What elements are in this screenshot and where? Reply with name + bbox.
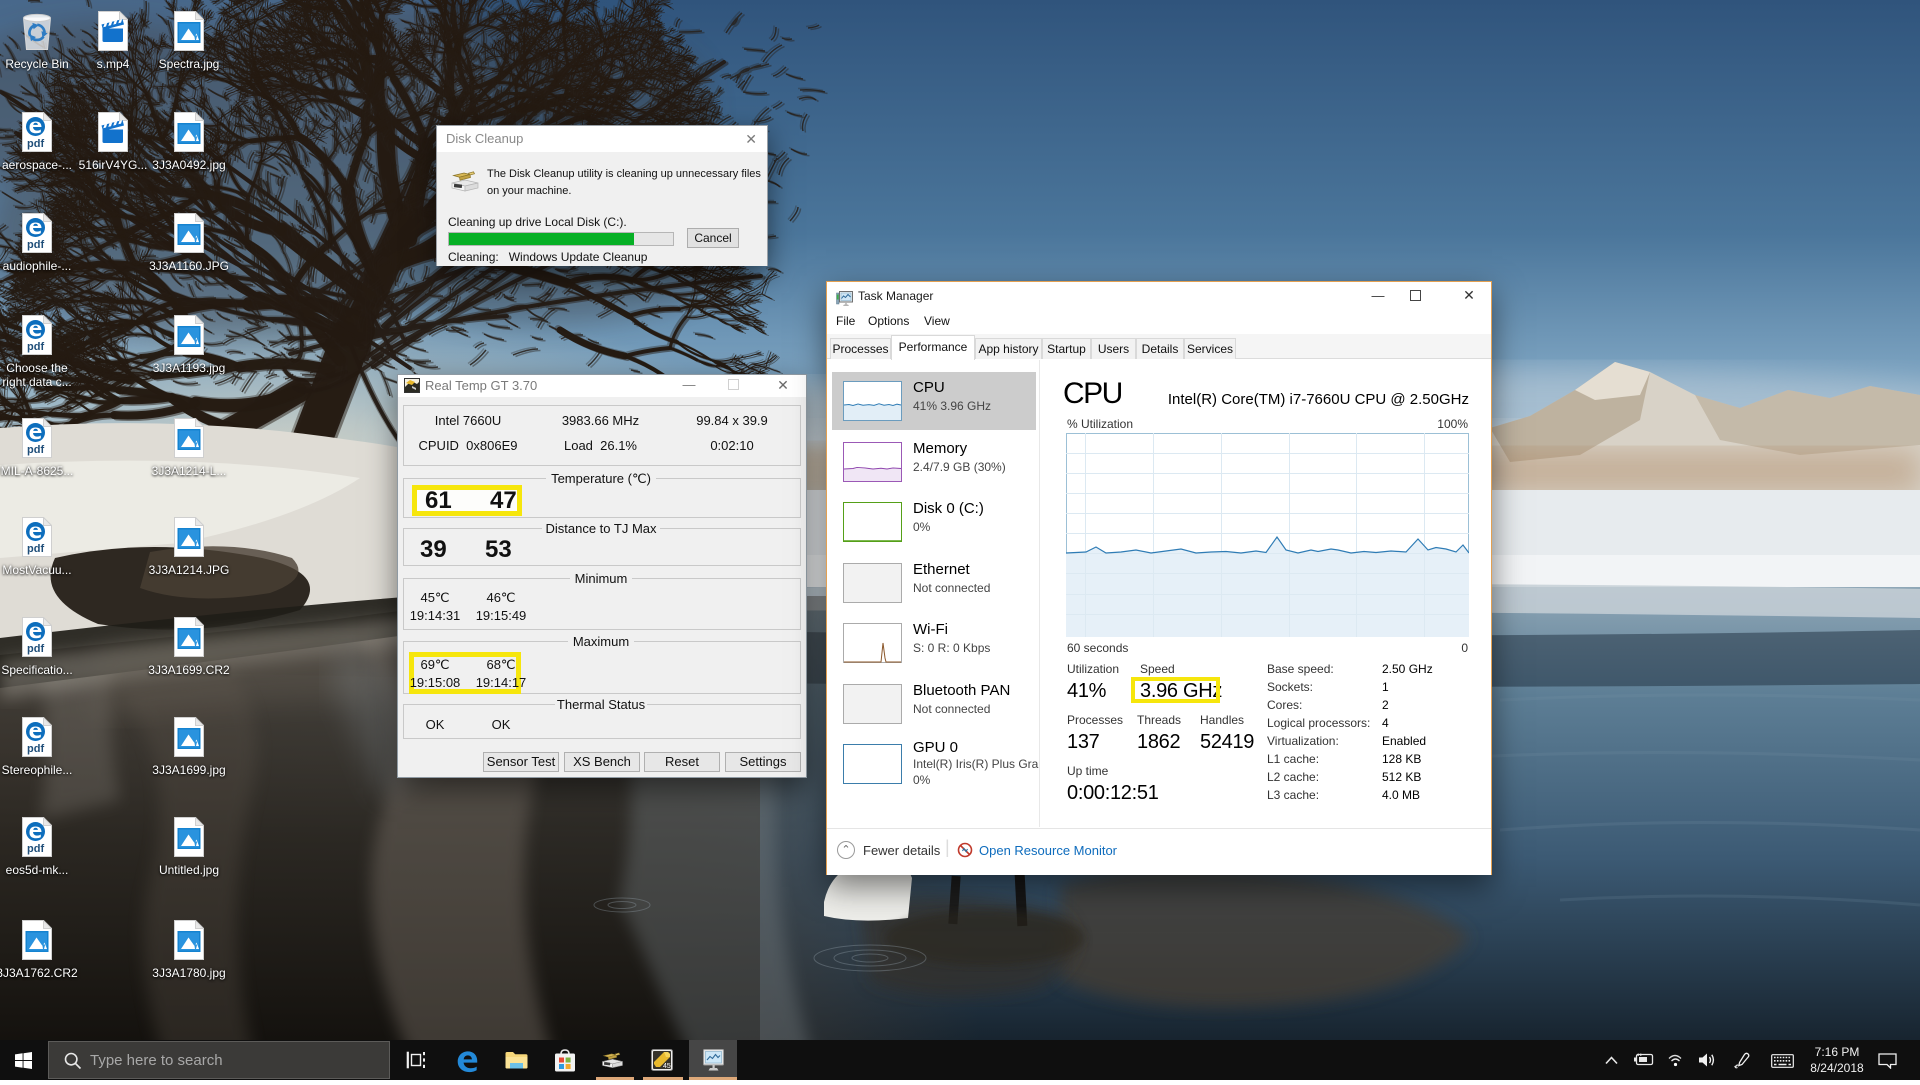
- svg-text:45: 45: [663, 1063, 671, 1070]
